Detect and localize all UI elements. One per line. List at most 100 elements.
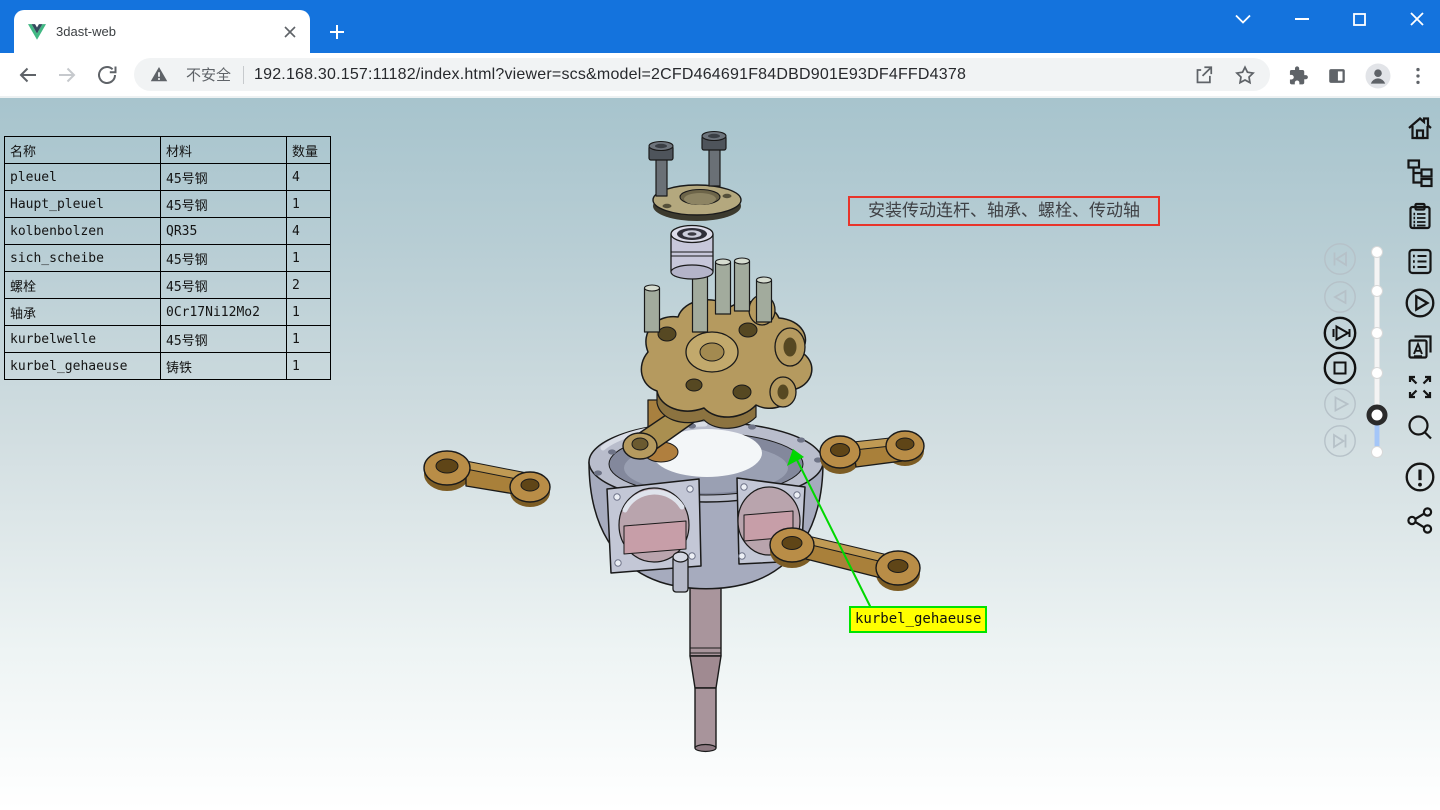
share-model-button[interactable] (1403, 503, 1437, 537)
step-back-icon (1323, 280, 1357, 314)
animation-progress-slider[interactable] (1366, 242, 1388, 462)
window-chevron-button[interactable] (1221, 4, 1265, 34)
skip-to-end-icon (1323, 424, 1357, 458)
side-panel-icon (1326, 65, 1348, 87)
bom-row: pleuel45号钢4 (5, 164, 331, 191)
bom-row: 轴承0Cr17Ni12Mo21 (5, 299, 331, 326)
bom-header-cell: 名称 (5, 137, 161, 164)
bom-table: 名称 材料 数量 pleuel45号钢4 Haupt_pleuel45号钢1 k… (4, 136, 331, 380)
viewport-3d[interactable] (0, 0, 1440, 810)
bom-cell: 4 (287, 218, 331, 245)
stop-icon (1323, 351, 1357, 385)
bom-cell: 2 (287, 272, 331, 299)
bookmark-star-icon[interactable] (1234, 64, 1256, 86)
bom-cell: pleuel (5, 164, 161, 191)
zoom-search-button[interactable] (1403, 411, 1437, 445)
share-icon[interactable] (1192, 64, 1214, 86)
stop-button[interactable] (1323, 351, 1357, 385)
play-button[interactable] (1323, 387, 1357, 421)
forward-button[interactable] (54, 62, 80, 88)
forward-icon (55, 63, 79, 87)
browser-tab[interactable]: 3dast-web (14, 10, 310, 53)
plus-icon (329, 24, 345, 40)
fit-fullscreen-icon (1404, 371, 1436, 403)
bom-cell: 铸铁 (161, 353, 287, 380)
assembly-tree-button[interactable] (1403, 155, 1437, 189)
profile-avatar-icon (1365, 63, 1391, 89)
side-panel-button[interactable] (1323, 62, 1351, 90)
skip-to-start-button[interactable] (1323, 242, 1357, 276)
step-annotation: 安装传动连杆、轴承、螺栓、传动轴 (848, 196, 1160, 226)
info-alert-button[interactable] (1403, 460, 1437, 494)
skip-to-end-button[interactable] (1323, 424, 1357, 458)
extensions-button[interactable] (1284, 62, 1312, 90)
close-icon (1410, 12, 1424, 26)
assembly-tree-icon (1404, 156, 1436, 188)
warning-triangle-icon (150, 66, 168, 83)
bom-cell: kurbel_gehaeuse (5, 353, 161, 380)
annotation-label-icon (1404, 331, 1436, 363)
steps-list-button[interactable] (1403, 243, 1437, 277)
menu-kebab-button[interactable] (1404, 62, 1432, 90)
home-button[interactable] (1403, 111, 1437, 145)
fit-fullscreen-button[interactable] (1403, 370, 1437, 404)
bom-header-cell: 数量 (287, 137, 331, 164)
bom-cell: QR35 (161, 218, 287, 245)
bom-clipboard-button[interactable] (1403, 199, 1437, 233)
home-icon (1404, 112, 1436, 144)
bom-cell: kurbelwelle (5, 326, 161, 353)
info-alert-icon (1403, 460, 1437, 494)
bom-cell: kolbenbolzen (5, 218, 161, 245)
chevron-down-icon (1235, 14, 1251, 24)
bom-cell: 1 (287, 353, 331, 380)
bom-cell: 轴承 (5, 299, 161, 326)
vue-favicon (28, 24, 46, 40)
address-bar[interactable]: 不安全 192.168.30.157:11182/index.html?view… (134, 58, 1270, 91)
bom-cell: 1 (287, 299, 331, 326)
bom-row: 螺栓45号钢2 (5, 272, 331, 299)
bom-cell: 45号钢 (161, 164, 287, 191)
window-maximize-button[interactable] (1337, 4, 1381, 34)
progress-slider-track (1366, 242, 1388, 462)
bom-cell: Haupt_pleuel (5, 191, 161, 218)
bom-row: Haupt_pleuel45号钢1 (5, 191, 331, 218)
part-label-kurbel-gehaeuse: kurbel_gehaeuse (849, 606, 987, 633)
window-close-button[interactable] (1395, 4, 1439, 34)
skip-to-start-icon (1323, 242, 1357, 276)
omnibox-separator (243, 66, 244, 84)
new-tab-button[interactable] (322, 17, 352, 47)
step-back-button[interactable] (1323, 280, 1357, 314)
play-animation-button[interactable] (1403, 286, 1437, 320)
bom-cell: 0Cr17Ni12Mo2 (161, 299, 287, 326)
bom-cell: 45号钢 (161, 191, 287, 218)
back-icon (16, 63, 40, 87)
extensions-puzzle-icon (1287, 65, 1309, 87)
bom-header-cell: 材料 (161, 137, 287, 164)
tab-title: 3dast-web (56, 24, 270, 39)
part-shaft (690, 568, 721, 752)
slider-handle (1369, 407, 1385, 423)
profile-avatar[interactable] (1364, 62, 1392, 90)
bom-row: kolbenbolzenQR354 (5, 218, 331, 245)
annotation-label-button[interactable] (1403, 330, 1437, 364)
bom-cell: 螺栓 (5, 272, 161, 299)
share-model-icon (1404, 504, 1436, 536)
back-button[interactable] (15, 62, 41, 88)
tab-close-icon[interactable] (284, 26, 296, 38)
url-text: 192.168.30.157:11182/index.html?viewer=s… (254, 66, 1182, 84)
bom-clipboard-icon (1404, 200, 1436, 232)
window-minimize-button[interactable] (1280, 4, 1324, 34)
part-bearing (671, 226, 713, 280)
bom-cell: 1 (287, 245, 331, 272)
bom-row: sich_scheibe45号钢1 (5, 245, 331, 272)
minimize-icon (1295, 17, 1309, 21)
maximize-icon (1353, 13, 1366, 26)
bom-row: kurbel_gehaeuse铸铁1 (5, 353, 331, 380)
reload-icon (95, 63, 119, 87)
steps-list-icon (1404, 244, 1436, 276)
bom-cell: 1 (287, 191, 331, 218)
browser-toolbar: 不安全 192.168.30.157:11182/index.html?view… (0, 53, 1440, 98)
step-play-icon (1323, 316, 1357, 350)
reload-button[interactable] (94, 62, 120, 88)
step-play-button[interactable] (1323, 316, 1357, 350)
